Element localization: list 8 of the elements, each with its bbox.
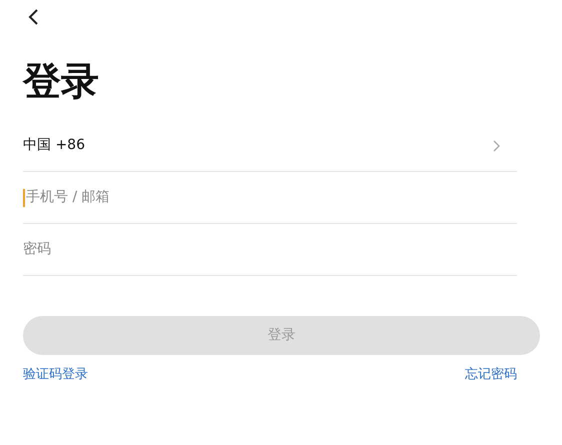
country-selector[interactable]: 中国 +86 <box>23 120 517 172</box>
page-title: 登录 <box>23 58 100 104</box>
text-link[interactable]: 验证码登录 <box>23 365 88 384</box>
chevron-right-icon <box>493 140 501 152</box>
text-link[interactable]: 忘记密码 <box>465 365 517 384</box>
input-field[interactable]: 手机号 / 邮箱 <box>26 187 517 208</box>
input-field[interactable]: 密码 <box>23 239 517 260</box>
back-icon <box>27 9 39 25</box>
